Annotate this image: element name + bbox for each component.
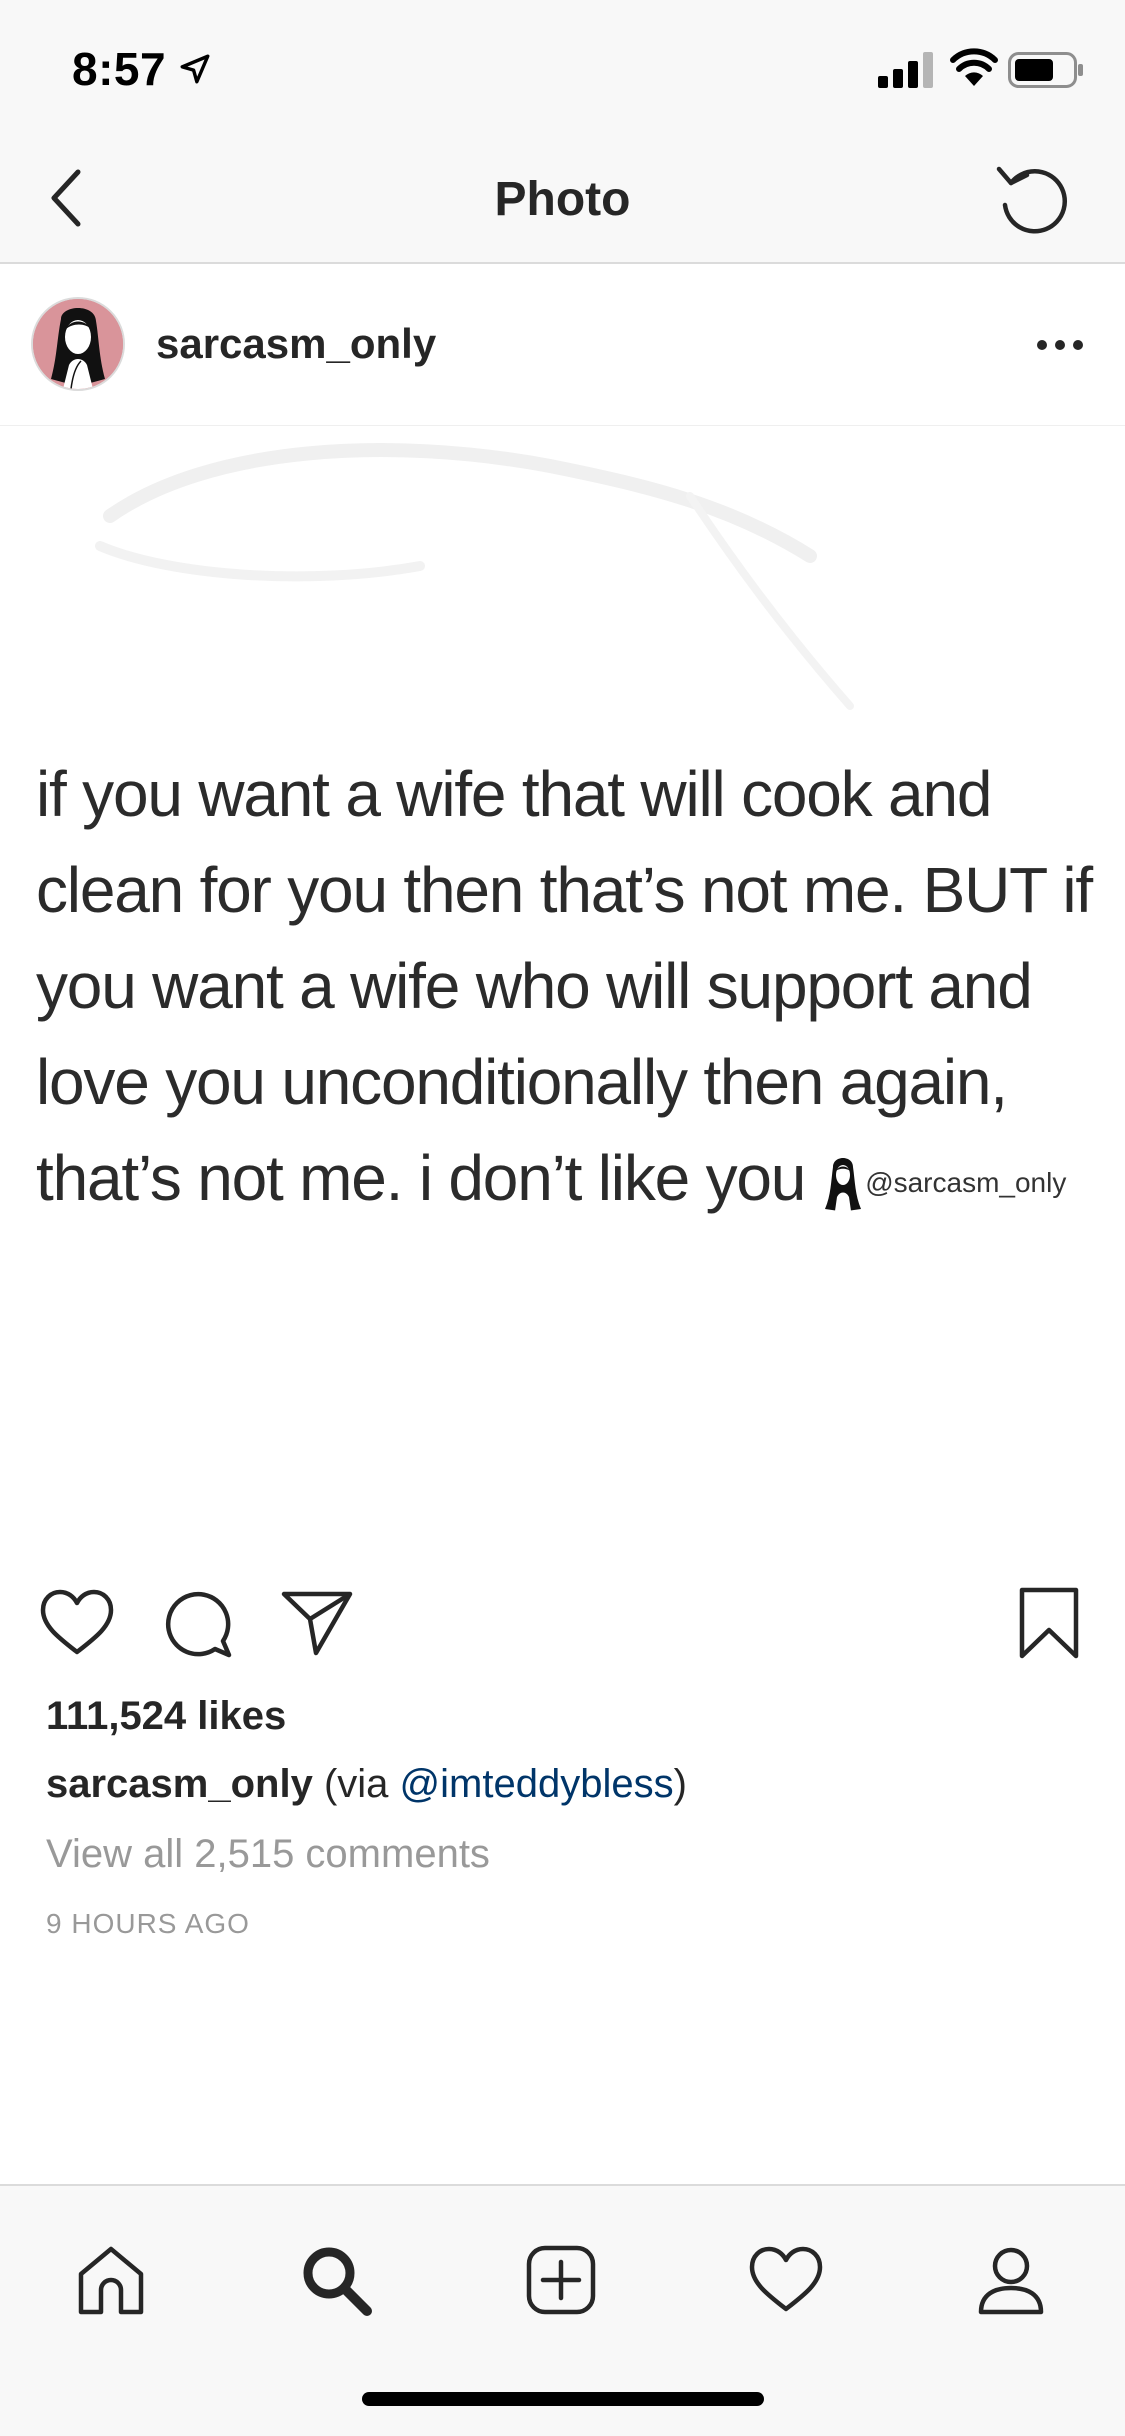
battery-icon [1008, 52, 1083, 88]
home-indicator[interactable] [362, 2392, 764, 2406]
meme-line: you want a wife who will support and [36, 950, 1033, 1022]
comment-button[interactable] [152, 1578, 242, 1668]
comment-icon [165, 1591, 232, 1658]
tab-add[interactable] [506, 2232, 616, 2328]
post-timestamp: 9 HOURS AGO [46, 1908, 250, 1939]
post-image[interactable]: if you want a wife that will cook and cl… [0, 426, 1125, 1550]
nav-header: Photo [0, 132, 1125, 264]
meme-text: if you want a wife that will cook and cl… [36, 746, 1106, 1231]
like-button[interactable] [32, 1578, 122, 1668]
profile-icon [978, 2247, 1044, 2315]
meme-line-last: that’s not me. i don’t like you @sarcasm… [36, 1130, 1106, 1231]
status-bar: 8:57 [0, 0, 1125, 132]
caption-mention[interactable]: @imteddybless [400, 1762, 674, 1806]
meme-line: if you want a wife that will cook and [36, 758, 992, 830]
share-icon [281, 1591, 353, 1656]
page-title: Photo [494, 173, 631, 226]
likes-count[interactable]: 111,524 likes [46, 1694, 286, 1739]
more-button[interactable] [1028, 322, 1092, 368]
watermark-text: @sarcasm_only [865, 1167, 1067, 1199]
avatar[interactable] [31, 297, 125, 391]
status-time: 8:57 [72, 43, 167, 95]
share-button[interactable] [272, 1578, 362, 1668]
meme-line: clean for you then that’s not me. BUT if [36, 854, 1093, 926]
post-username[interactable]: sarcasm_only [156, 320, 436, 368]
save-button[interactable] [1004, 1578, 1094, 1668]
tab-home[interactable] [56, 2232, 166, 2328]
image-smudge-artifact [95, 443, 854, 710]
avatar-illustration [33, 299, 123, 389]
search-icon [303, 2247, 372, 2316]
add-post-icon [526, 2245, 596, 2315]
meme-line: love you unconditionally then again, [36, 1046, 1008, 1118]
refresh-button[interactable] [988, 154, 1078, 244]
heart-icon [40, 1589, 114, 1655]
more-horizontal-icon [1037, 340, 1083, 350]
wifi-icon [950, 48, 998, 86]
caption-via-suffix: ) [673, 1762, 687, 1806]
tab-activity[interactable] [731, 2232, 841, 2328]
refresh-icon [996, 166, 1067, 234]
location-arrow-icon [180, 54, 210, 84]
caption-username[interactable]: sarcasm_only [46, 1762, 313, 1806]
cellular-signal-icon [878, 52, 933, 88]
post-header: sarcasm_only [0, 264, 1125, 426]
home-icon [78, 2246, 144, 2315]
view-comments-link[interactable]: View all 2,515 comments [46, 1832, 490, 1877]
tab-search[interactable] [281, 2232, 391, 2328]
watermark: @sarcasm_only [823, 1135, 1066, 1231]
caption-via-prefix: (via [312, 1762, 400, 1806]
heart-icon [749, 2246, 823, 2312]
tab-profile[interactable] [956, 2232, 1066, 2328]
post-footer: 111,524 likes sarcasm_only (via @imteddy… [0, 1550, 1125, 2184]
caption: sarcasm_only (via @imteddybless) [46, 1762, 687, 1807]
bookmark-icon [1019, 1587, 1079, 1659]
girl-silhouette-icon [825, 1158, 862, 1212]
meme-line-text: that’s not me. i don’t like you [36, 1142, 806, 1214]
